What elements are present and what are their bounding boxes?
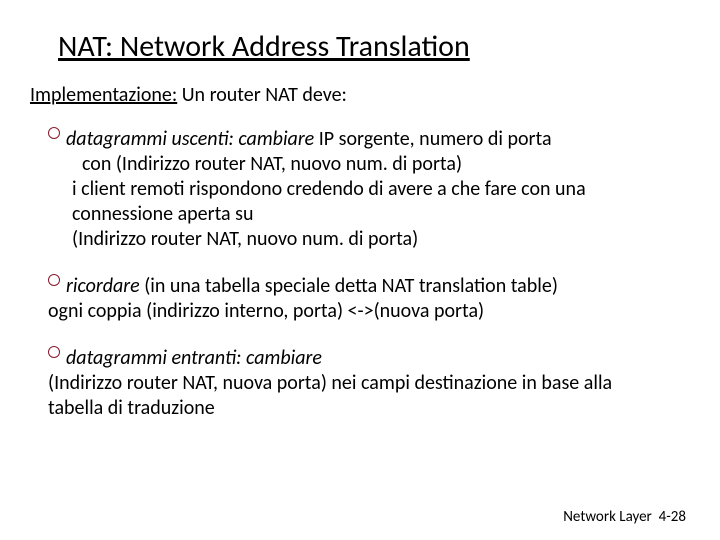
- subtitle: Implementazione: Un router NAT deve:: [30, 83, 690, 107]
- bullet-1-lead: datagrammi uscenti: cambiare IP sorgente…: [48, 127, 670, 152]
- circle-bullet-icon: [48, 346, 60, 358]
- bullet-1-italic: datagrammi uscenti: cambiare: [66, 127, 314, 151]
- bullet-1-line2: con (Indirizzo router NAT, nuovo num. di…: [82, 152, 670, 177]
- bullet-1-line3: i client remoti rispondono credendo di a…: [72, 177, 670, 227]
- bullet-2-rest: (in una tabella speciale detta NAT trans…: [140, 274, 558, 298]
- bullet-3-italic: datagrammi entranti: cambiare: [66, 346, 322, 370]
- subtitle-underlined: Implementazione:: [30, 83, 177, 107]
- bullet-3: datagrammi entranti: cambiare (Indirizzo…: [48, 346, 670, 421]
- slide: NAT: Network Address Translation Impleme…: [0, 0, 720, 540]
- bullet-2-lead: ricordare (in una tabella speciale detta…: [48, 274, 670, 299]
- bullet-2-line2: ogni coppia (indirizzo interno, porta) <…: [48, 299, 670, 324]
- page-title: NAT: Network Address Translation: [58, 28, 690, 65]
- circle-bullet-icon: [48, 274, 60, 286]
- bullet-3-lead: datagrammi entranti: cambiare: [48, 346, 670, 371]
- footer-label: Network Layer: [563, 508, 652, 526]
- footer: Network Layer 4-28: [563, 508, 686, 526]
- circle-bullet-icon: [48, 127, 60, 139]
- bullet-2-italic: ricordare: [66, 274, 140, 298]
- bullet-1-rest: IP sorgente, numero di porta: [314, 127, 551, 151]
- bullet-1: datagrammi uscenti: cambiare IP sorgente…: [48, 127, 670, 252]
- subtitle-rest: Un router NAT deve:: [177, 83, 347, 107]
- bullet-2: ricordare (in una tabella speciale detta…: [48, 274, 670, 324]
- bullet-3-line2: (Indirizzo router NAT, nuova porta) nei …: [48, 371, 670, 421]
- bullet-1-line4: (Indirizzo router NAT, nuovo num. di por…: [72, 227, 670, 252]
- footer-page: 4-28: [659, 508, 686, 526]
